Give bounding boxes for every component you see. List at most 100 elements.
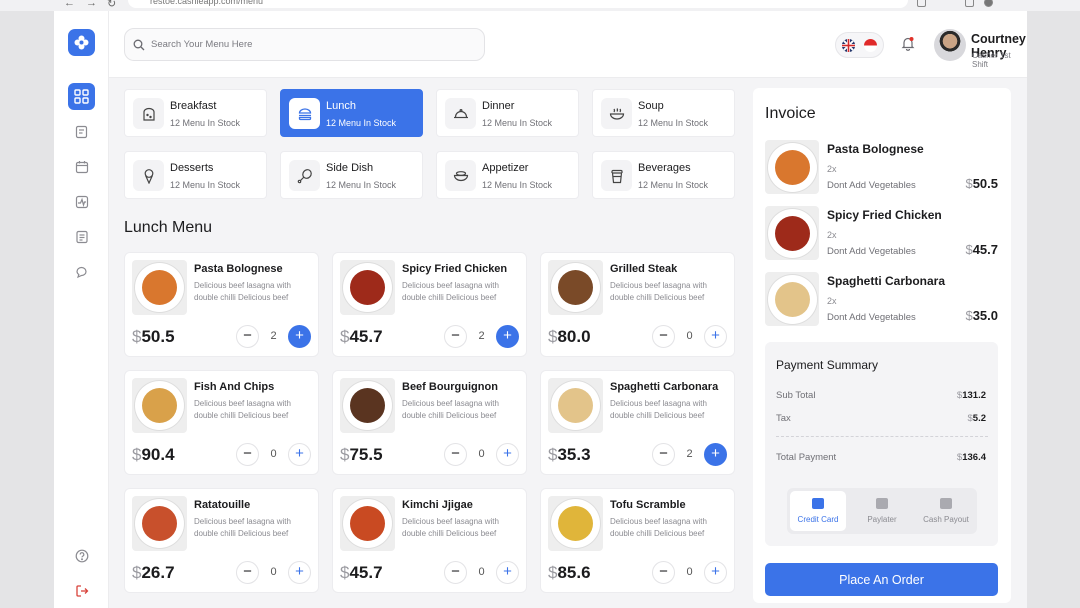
bread-icon xyxy=(142,107,155,121)
reload-icon[interactable]: ↻ xyxy=(107,0,116,10)
forward-icon[interactable]: → xyxy=(86,0,97,9)
reports-nav-item[interactable] xyxy=(68,223,95,250)
increase-button[interactable]: + xyxy=(496,561,519,584)
menu-card[interactable]: Pasta Bolognese Delicious beef lasagna wi… xyxy=(124,252,319,357)
invoice-title: Invoice xyxy=(765,105,816,122)
decrease-button[interactable]: − xyxy=(444,443,467,466)
menu-item-name: Kimchi Jjigae xyxy=(402,499,473,511)
increase-button[interactable]: + xyxy=(288,325,311,348)
increase-button[interactable]: + xyxy=(704,561,727,584)
quantity-stepper: −2 + xyxy=(236,325,311,349)
increase-button[interactable]: + xyxy=(496,325,519,348)
menu-card[interactable]: Ratatouille Delicious beef lasagna with d… xyxy=(124,488,319,593)
quantity-value: 0 xyxy=(270,566,277,578)
menu-card[interactable]: Fish And Chips Delicious beef lasagna wit… xyxy=(124,370,319,475)
increase-button[interactable]: + xyxy=(704,325,727,348)
menu-item-description: Delicious beef lasagna with double chill… xyxy=(194,517,291,538)
profile-icon[interactable] xyxy=(984,0,993,7)
dashboard-nav-item[interactable] xyxy=(68,83,95,110)
invoice-item[interactable]: Spaghetti Carbonara 2x Dont Add Vegetables… xyxy=(765,272,1001,328)
chat-icon xyxy=(75,266,87,278)
cloche-icon xyxy=(453,108,468,118)
food-fill xyxy=(775,150,810,185)
menu-card[interactable]: Spaghetti Carbonara Delicious beef lasagn… xyxy=(540,370,735,475)
tax-value: $5.2 xyxy=(967,413,986,424)
quantity-stepper: −0 + xyxy=(236,443,311,467)
increase-button[interactable]: + xyxy=(704,443,727,466)
logout-nav-item[interactable] xyxy=(68,577,95,604)
invoice-icon xyxy=(876,498,888,509)
search-box[interactable] xyxy=(124,28,485,61)
calendar-nav-item[interactable] xyxy=(68,153,95,180)
quantity-value: 0 xyxy=(686,566,693,578)
category-dinner[interactable]: Dinner 12 Menu In Stock xyxy=(436,89,579,137)
category-appetizer[interactable]: Appetizer 12 Menu In Stock xyxy=(436,151,579,199)
menu-card[interactable]: Beef Bourguignon Delicious beef lasagna w… xyxy=(332,370,527,475)
uk-flag-icon[interactable] xyxy=(842,39,855,52)
cup-icon xyxy=(610,169,623,183)
cash-payout-method[interactable]: Cash Payout xyxy=(918,491,974,531)
language-switcher[interactable] xyxy=(835,32,884,58)
menu-item-name: Spicy Fried Chicken xyxy=(402,263,508,275)
food-fill xyxy=(142,388,177,423)
increase-button[interactable]: + xyxy=(288,561,311,584)
quantity-stepper: −2 + xyxy=(652,443,727,467)
search-input[interactable] xyxy=(151,29,471,60)
chat-nav-item[interactable] xyxy=(68,258,95,285)
paylater-method[interactable]: Paylater xyxy=(854,491,910,531)
quantity-value: 2 xyxy=(478,330,485,342)
decrease-button[interactable]: − xyxy=(444,561,467,584)
back-icon[interactable]: ← xyxy=(64,0,75,9)
bowl-icon xyxy=(453,170,468,181)
avatar[interactable] xyxy=(934,29,966,61)
place-order-button[interactable]: Place An Order xyxy=(765,563,998,596)
decrease-button[interactable]: − xyxy=(236,561,259,584)
quantity-value: 2 xyxy=(270,330,277,342)
category-count: 12 Menu In Stock xyxy=(326,118,397,128)
id-flag-icon[interactable] xyxy=(864,39,877,52)
menu-card[interactable]: Spicy Fried Chicken Delicious beef lasagn… xyxy=(332,252,527,357)
increase-button[interactable]: + xyxy=(288,443,311,466)
menu-item-name: Grilled Steak xyxy=(610,263,678,275)
invoice-item[interactable]: Pasta Bolognese 2x Dont Add Vegetables $50.… xyxy=(765,140,1001,196)
category-desserts[interactable]: Desserts 12 Menu In Stock xyxy=(124,151,267,199)
category-breakfast[interactable]: Breakfast 12 Menu In Stock xyxy=(124,89,267,137)
decrease-button[interactable]: − xyxy=(652,561,675,584)
menu-card[interactable]: Grilled Steak Delicious beef lasagna with… xyxy=(540,252,735,357)
tab-icon[interactable] xyxy=(965,0,974,7)
menu-card[interactable]: Kimchi Jjigae Delicious beef lasagna with… xyxy=(332,488,527,593)
menu-item-name: Fish And Chips xyxy=(194,381,275,393)
invoice-item-photo xyxy=(765,206,819,260)
decrease-button[interactable]: − xyxy=(236,443,259,466)
orders-nav-item[interactable] xyxy=(68,118,95,145)
category-soup[interactable]: Soup 12 Menu In Stock xyxy=(592,89,735,137)
address-bar[interactable]: restoe.cashieapp.com/menu xyxy=(128,0,908,8)
menu-card[interactable]: Tofu Scramble Delicious beef lasagna with… xyxy=(540,488,735,593)
top-bar: Courtney Henry Casher 1st Shift xyxy=(109,11,1027,78)
category-count: 12 Menu In Stock xyxy=(638,118,709,128)
ice-cream-icon xyxy=(144,168,153,184)
category-beverages[interactable]: Beverages 12 Menu In Stock xyxy=(592,151,735,199)
invoice-item[interactable]: Spicy Fried Chicken 2x Dont Add Vegetables… xyxy=(765,206,1001,262)
food-photo xyxy=(132,378,187,433)
payment-summary-title: Payment Summary xyxy=(776,358,879,372)
analytics-nav-item[interactable] xyxy=(68,188,95,215)
category-side-dish[interactable]: Side Dish 12 Menu In Stock xyxy=(280,151,423,199)
category-count: 12 Menu In Stock xyxy=(170,180,241,190)
notification-button[interactable] xyxy=(901,36,915,56)
calendar-icon xyxy=(75,160,88,173)
menu-item-description: Delicious beef lasagna with double chill… xyxy=(194,399,291,420)
decrease-button[interactable]: − xyxy=(652,325,675,348)
help-nav-item[interactable] xyxy=(68,542,95,569)
decrease-button[interactable]: − xyxy=(652,443,675,466)
menu-item-name: Ratatouille xyxy=(194,499,251,511)
increase-button[interactable]: + xyxy=(496,443,519,466)
category-lunch[interactable]: Lunch 12 Menu In Stock xyxy=(280,89,423,137)
credit-card-method[interactable]: Credit Card xyxy=(790,491,846,531)
extension-icon[interactable] xyxy=(917,0,926,7)
category-count: 12 Menu In Stock xyxy=(482,118,553,128)
decrease-button[interactable]: − xyxy=(444,325,467,348)
decrease-button[interactable]: − xyxy=(236,325,259,348)
category-name: Side Dish xyxy=(326,162,374,174)
category-name: Breakfast xyxy=(170,100,217,112)
